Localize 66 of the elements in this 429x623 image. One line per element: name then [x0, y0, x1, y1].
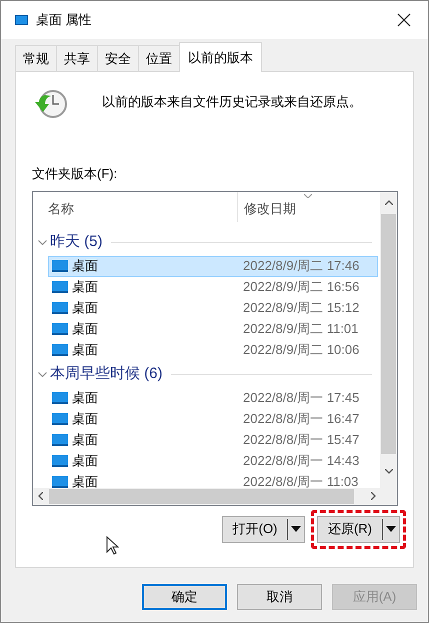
version-name: 桌面: [72, 278, 99, 296]
tab[interactable]: 以前的版本: [179, 42, 262, 72]
folder-icon: [52, 413, 68, 425]
version-date: 2022/8/8/周一 17:45: [243, 389, 360, 408]
restore-clock-icon: [33, 88, 67, 120]
horizontal-scrollbar[interactable]: [33, 488, 380, 504]
folder-icon: [52, 260, 68, 272]
mouse-cursor-icon: [106, 536, 119, 555]
scroll-right-icon[interactable]: [371, 492, 376, 500]
version-name: 桌面: [72, 410, 99, 428]
sort-caret-icon: [304, 194, 312, 198]
dropdown-arrow-icon[interactable]: [386, 526, 396, 532]
scroll-thumb[interactable]: [381, 214, 396, 454]
version-date: 2022/8/9/周二 16:56: [243, 278, 360, 296]
version-row[interactable]: 桌面 2022/8/8/周一 15:47: [48, 430, 378, 450]
version-row[interactable]: 桌面 2022/8/9/周二 15:12: [48, 298, 378, 318]
chevron-down-icon[interactable]: [38, 238, 47, 246]
version-row[interactable]: 桌面 2022/8/9/周二 17:46: [48, 256, 378, 276]
version-row[interactable]: 桌面 2022/8/9/周二 16:56: [48, 276, 378, 298]
version-row[interactable]: 桌面 2022/8/8/周一 16:47: [48, 408, 378, 430]
version-name: 桌面: [72, 257, 99, 276]
versions-label: 文件夹版本(F):: [32, 165, 118, 183]
version-row[interactable]: 桌面 2022/8/8/周一 14:43: [48, 450, 378, 472]
window-title: 桌面 属性: [36, 11, 92, 30]
window-icon: [15, 15, 28, 25]
version-row[interactable]: 桌面 2022/8/9/周二 10:06: [48, 340, 378, 360]
folder-icon: [52, 281, 68, 293]
column-header[interactable]: 修改日期: [238, 192, 296, 222]
version-name: 桌面: [72, 320, 99, 338]
version-name: 桌面: [72, 389, 99, 408]
scroll-left-icon[interactable]: [38, 492, 43, 500]
dialog-button[interactable]: 取消: [237, 584, 322, 610]
folder-icon: [52, 323, 68, 335]
dialog-button[interactable]: 确定: [142, 584, 227, 610]
folder-icon: [52, 476, 68, 488]
scroll-up-icon[interactable]: [384, 200, 392, 204]
dropdown-arrow-icon[interactable]: [291, 526, 301, 532]
column-header[interactable]: 名称: [33, 192, 238, 222]
scroll-down-icon[interactable]: [384, 468, 392, 474]
split-button[interactable]: 打开(O): [222, 516, 305, 542]
folder-icon: [52, 455, 68, 467]
group-header[interactable]: 昨天 (5): [50, 230, 102, 254]
folder-icon: [52, 344, 68, 356]
version-name: 桌面: [72, 299, 99, 318]
version-date: 2022/8/9/周二 10:06: [243, 341, 360, 360]
version-name: 桌面: [72, 341, 99, 360]
version-date: 2022/8/8/周一 16:47: [243, 410, 360, 428]
version-date: 2022/8/8/周一 15:47: [243, 431, 360, 450]
scroll-thumb[interactable]: [49, 488, 354, 504]
folder-icon: [52, 392, 68, 404]
version-date: 2022/8/9/周二 11:01: [243, 320, 358, 338]
tab[interactable]: 常规: [15, 45, 57, 71]
folder-icon: [52, 302, 68, 314]
version-name: 桌面: [72, 431, 99, 450]
vertical-scrollbar[interactable]: [380, 192, 397, 488]
group-header[interactable]: 本周早些时候 (6): [50, 362, 162, 386]
version-date: 2022/8/8/周一 14:43: [243, 452, 360, 470]
version-name: 桌面: [72, 452, 99, 470]
version-date: 2022/8/9/周二 17:46: [243, 257, 360, 276]
description-text: 以前的版本来自文件历史记录或来自还原点。: [102, 93, 362, 111]
chevron-down-icon[interactable]: [38, 370, 47, 378]
version-row[interactable]: 桌面 2022/8/8/周一 17:45: [48, 388, 378, 408]
version-row[interactable]: 桌面 2022/8/9/周二 11:01: [48, 318, 378, 340]
split-button[interactable]: 还原(R): [317, 516, 400, 542]
version-date: 2022/8/9/周二 15:12: [243, 299, 360, 318]
folder-icon: [52, 434, 68, 446]
